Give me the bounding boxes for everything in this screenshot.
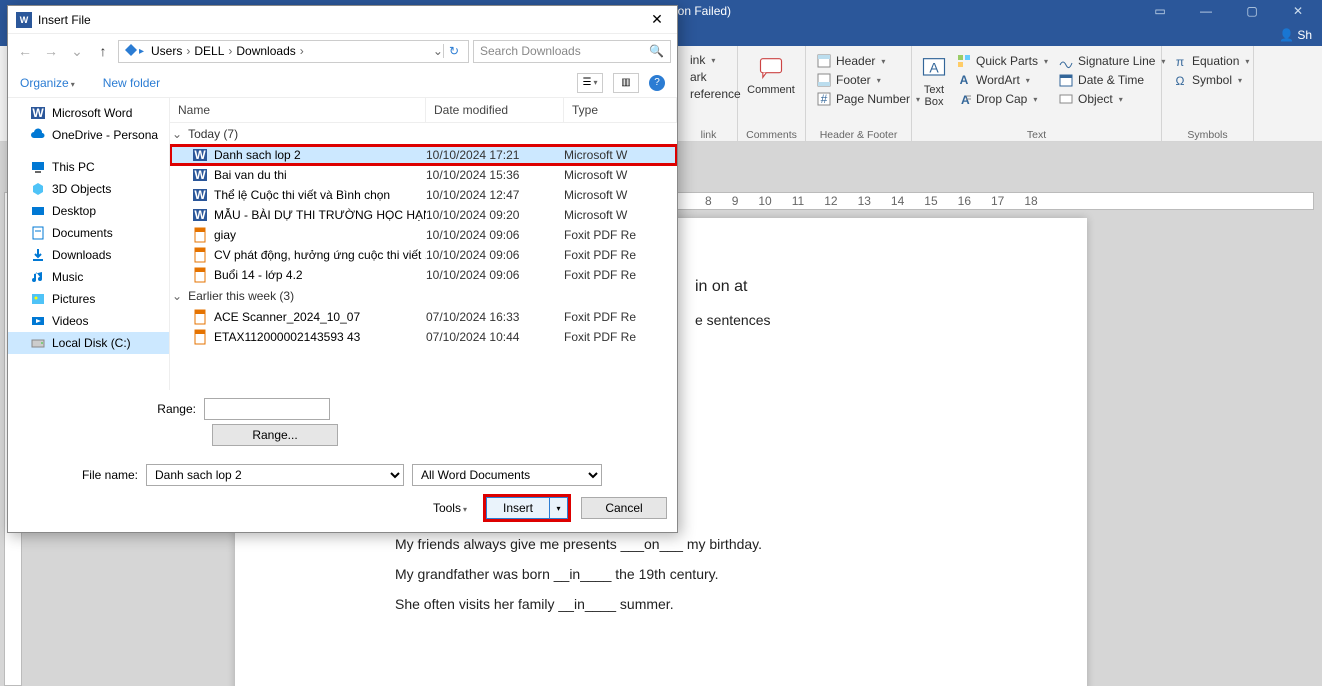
ribbon-options-icon[interactable]: ▭ [1140,4,1180,18]
tools-button[interactable]: Tools [433,501,467,515]
file-row[interactable]: WDanh sach lop 210/10/2024 17:21Microsof… [170,145,677,165]
dropcap-button[interactable]: ADrop Cap [954,90,1050,108]
file-row[interactable]: ACE Scanner_2024_10_0707/10/2024 16:33Fo… [170,307,677,327]
equation-button[interactable]: πEquation [1170,52,1251,70]
svg-text:A: A [960,73,969,87]
filename-label: File name: [18,468,138,482]
file-row[interactable]: CV phát động, hưởng ứng cuộc thi viết ..… [170,245,677,265]
tree-item[interactable]: WMicrosoft Word [8,102,169,124]
organize-button[interactable]: Organize [20,76,75,90]
file-group[interactable]: Today (7) [170,123,677,145]
file-row[interactable]: ETAX112000002143593 4307/10/2024 10:44Fo… [170,327,677,347]
tree-item[interactable]: Desktop [8,200,169,222]
svg-text:A: A [961,93,970,107]
svg-text:W: W [194,188,206,202]
tree-item[interactable]: Pictures [8,288,169,310]
view-button[interactable]: ☰ [577,73,603,93]
dialog-toolbar: Organize New folder ☰ ▥ ? [8,68,677,98]
range-input[interactable] [204,398,330,420]
tree-item[interactable]: OneDrive - Persona [8,124,169,146]
reference-button[interactable]: reference [688,86,743,102]
filename-input[interactable]: Danh sach lop 2 [146,464,404,486]
minimize-icon[interactable]: — [1186,4,1226,18]
tree-item[interactable]: Music [8,266,169,288]
forward-icon[interactable]: → [40,43,62,59]
close-icon[interactable]: ✕ [1278,4,1318,18]
insert-button[interactable]: Insert [486,497,550,519]
comment-button[interactable]: Comment [746,52,796,96]
file-row[interactable]: WThể lệ Cuộc thi viết và Bình chọn10/10/… [170,185,677,205]
file-list-header[interactable]: Name Date modified Type [170,98,677,123]
tree-item[interactable]: This PC [8,156,169,178]
close-icon[interactable]: ✕ [645,11,669,28]
help-icon[interactable]: ? [649,75,665,91]
insert-button-highlight: Insert ▾ [483,494,571,522]
doc-heading: in on at [695,278,1007,296]
symbol-button[interactable]: ΩSymbol [1170,71,1251,89]
dialog-title: Insert File [38,13,645,27]
doc-line: My friends always give me presents ___on… [395,536,1007,552]
svg-text:A: A [929,60,939,76]
page-number-button[interactable]: #Page Number [814,90,922,108]
file-row[interactable]: Buổi 14 - lớp 4.210/10/2024 09:06Foxit P… [170,265,677,285]
datetime-button[interactable]: Date & Time [1056,71,1167,89]
breadcrumb[interactable]: ▸ Users DELL Downloads ⌄ ↻ [118,40,469,63]
maximize-icon[interactable]: ▢ [1232,4,1272,18]
tree-item[interactable]: Downloads [8,244,169,266]
insert-dropdown[interactable]: ▾ [550,497,568,519]
textbox-button[interactable]: A Text Box [920,52,948,108]
svg-text:W: W [32,106,44,120]
range-label: Range: [18,402,204,416]
header-button[interactable]: Header [814,52,922,70]
tree-item[interactable]: 3D Objects [8,178,169,200]
file-row[interactable]: WBai van du thi10/10/2024 15:36Microsoft… [170,165,677,185]
doc-sub: e sentences [695,312,1007,328]
file-row[interactable]: giay10/10/2024 09:06Foxit PDF Re [170,225,677,245]
folder-tree[interactable]: WMicrosoft WordOneDrive - Persona This PC… [8,98,170,390]
doc-line: My grandfather was born __in____ the 19t… [395,566,1007,582]
quick-parts-button[interactable]: Quick Parts [954,52,1050,70]
svg-text:W: W [194,168,206,182]
word-icon: W [16,12,32,28]
file-list[interactable]: Name Date modified Type Today (7)WDanh s… [170,98,677,390]
insert-file-dialog: W Insert File ✕ ← → ⌄ ↑ ▸ Users DELL Dow… [7,5,678,533]
file-row[interactable]: WMẪU - BÀI DỰ THI TRƯỜNG HỌC HẠNH ...10/… [170,205,677,225]
filetype-select[interactable]: All Word Documents [412,464,602,486]
search-icon: 🔍 [649,44,664,58]
new-folder-button[interactable]: New folder [103,76,160,90]
doc-line: She often visits her family __in____ sum… [395,596,1007,612]
svg-text:Ω: Ω [1176,74,1185,88]
dialog-footer: Range: Range... File name: Danh sach lop… [8,390,677,532]
up-icon[interactable]: ↑ [92,43,114,59]
back-icon[interactable]: ← [14,43,36,59]
tree-item[interactable]: Videos [8,310,169,332]
col-date: Date modified [426,98,564,122]
dialog-nav: ← → ⌄ ↑ ▸ Users DELL Downloads ⌄ ↻ Searc… [8,34,677,68]
range-button[interactable]: Range... [212,424,338,446]
svg-text:W: W [194,148,206,162]
file-group[interactable]: Earlier this week (3) [170,285,677,307]
signature-button[interactable]: Signature Line [1056,52,1167,70]
links-group-label: link [680,129,737,141]
col-name: Name [170,98,426,122]
cancel-button[interactable]: Cancel [581,497,667,519]
tree-item[interactable]: Documents [8,222,169,244]
preview-button[interactable]: ▥ [613,73,639,93]
recent-dropdown[interactable]: ⌄ [66,43,88,60]
link-button[interactable]: ink [688,52,743,68]
footer-button[interactable]: Footer [814,71,922,89]
svg-text:W: W [194,208,206,222]
svg-text:#: # [821,92,828,106]
search-input[interactable]: Search Downloads 🔍 [473,40,671,63]
share-button[interactable]: 👤 Sh [1273,26,1318,44]
dialog-titlebar: W Insert File ✕ [8,6,677,34]
col-type: Type [564,98,677,122]
object-button[interactable]: Object [1056,90,1167,108]
wordart-button[interactable]: AWordArt [954,71,1050,89]
bookmark-button[interactable]: ark [688,69,743,85]
tree-item[interactable]: Local Disk (C:) [8,332,169,354]
window-controls: ▭ — ▢ ✕ [1140,4,1318,18]
svg-text:π: π [1176,55,1184,69]
